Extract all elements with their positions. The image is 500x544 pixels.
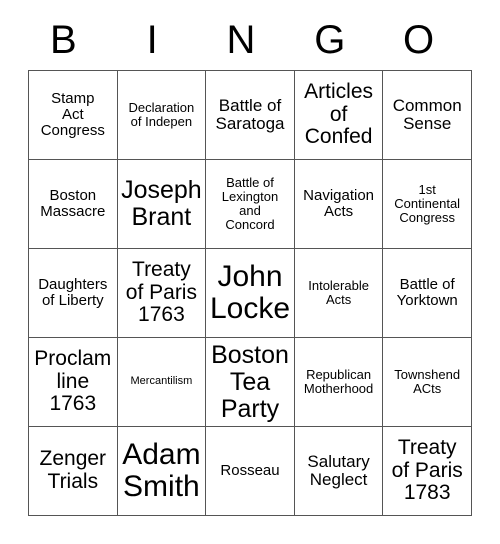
bingo-cell[interactable]: Battle of Lexington and Concord [206, 160, 295, 249]
bingo-cell[interactable]: Zenger Trials [29, 427, 118, 516]
bingo-header-letter-o: O [403, 18, 435, 62]
bingo-cell-text: Zenger Trials [39, 447, 107, 493]
bingo-cell-text: Republican Motherhood [303, 366, 374, 396]
bingo-cell[interactable]: Proclam line 1763 [29, 338, 118, 427]
bingo-cell-text: Adam Smith [122, 437, 201, 503]
bingo-grid: Stamp Act Congress Declaration of Indepe… [28, 70, 472, 516]
bingo-cell[interactable]: Joseph Brant [117, 160, 207, 249]
bingo-cell[interactable]: Daughters of Liberty [29, 249, 118, 338]
bingo-cell[interactable]: Salutary Neglect [294, 427, 384, 516]
bingo-cell[interactable]: Common Sense [383, 71, 472, 160]
bingo-header-letter-g: G [314, 18, 346, 62]
bingo-cell-text: Intolerable Acts [308, 277, 369, 307]
bingo-cell-text: Common Sense [392, 95, 462, 133]
bingo-cell-text: Daughters of Liberty [38, 275, 108, 309]
bingo-cell[interactable]: Articles of Confed [294, 71, 384, 160]
bingo-cell-text: Proclam line 1763 [34, 346, 112, 416]
bingo-cell[interactable]: 1st Continental Congress [383, 160, 472, 249]
bingo-cell[interactable]: Adam Smith [117, 427, 207, 516]
bingo-cell-text: 1st Continental Congress [394, 181, 461, 226]
bingo-header-letter-n: N [226, 18, 256, 62]
bingo-cell-text: Boston Massacre [40, 186, 106, 220]
bingo-cell[interactable]: Treaty of Paris 1763 [117, 249, 207, 338]
bingo-header-letter-i: I [146, 18, 158, 62]
bingo-cell-text: Navigation Acts [303, 186, 375, 220]
bingo-cell[interactable]: Mercantilism [117, 338, 207, 427]
bingo-cell-text: Rosseau [220, 461, 280, 479]
bingo-cell[interactable]: Treaty of Paris 1783 [383, 427, 472, 516]
bingo-cell-text: Boston Tea Party [211, 340, 289, 423]
bingo-cell-text: Declaration of Indepen [128, 99, 195, 129]
bingo-cell-text: John Locke [209, 259, 291, 325]
bingo-card: B I N G O Stamp Act Congress Declaration… [0, 0, 500, 544]
bingo-cell-text: Stamp Act Congress [40, 89, 105, 140]
bingo-cell[interactable]: Battle of Yorktown [383, 249, 472, 338]
bingo-cell[interactable]: Boston Massacre [29, 160, 118, 249]
bingo-cell-text: Battle of Yorktown [396, 275, 458, 309]
bingo-cell[interactable]: Stamp Act Congress [29, 71, 118, 160]
bingo-cell-text: Articles of Confed [304, 79, 374, 149]
bingo-cell-text: Battle of Saratoga [215, 95, 285, 133]
bingo-cell-text: Battle of Lexington and Concord [221, 174, 279, 233]
bingo-cell[interactable]: John Locke [206, 249, 295, 338]
bingo-header-row: B I N G O [28, 14, 472, 66]
bingo-header-letter-b: B [50, 18, 77, 62]
bingo-cell[interactable]: Intolerable Acts [294, 249, 384, 338]
bingo-cell[interactable]: Townshend ACts [383, 338, 472, 427]
bingo-cell-text: Salutary Neglect [307, 451, 370, 489]
bingo-cell[interactable]: Battle of Saratoga [206, 71, 295, 160]
bingo-cell[interactable]: Rosseau [206, 427, 295, 516]
bingo-cell-text: Townshend ACts [394, 366, 461, 396]
bingo-cell-text: Treaty of Paris 1763 [125, 257, 197, 327]
bingo-cell-text: Mercantilism [130, 375, 193, 388]
bingo-cell[interactable]: Boston Tea Party [206, 338, 295, 427]
bingo-cell-text: Treaty of Paris 1783 [391, 435, 463, 505]
bingo-cell-text: Joseph Brant [121, 176, 202, 231]
bingo-cell[interactable]: Declaration of Indepen [117, 71, 207, 160]
bingo-cell[interactable]: Republican Motherhood [294, 338, 384, 427]
bingo-cell[interactable]: Navigation Acts [294, 160, 384, 249]
